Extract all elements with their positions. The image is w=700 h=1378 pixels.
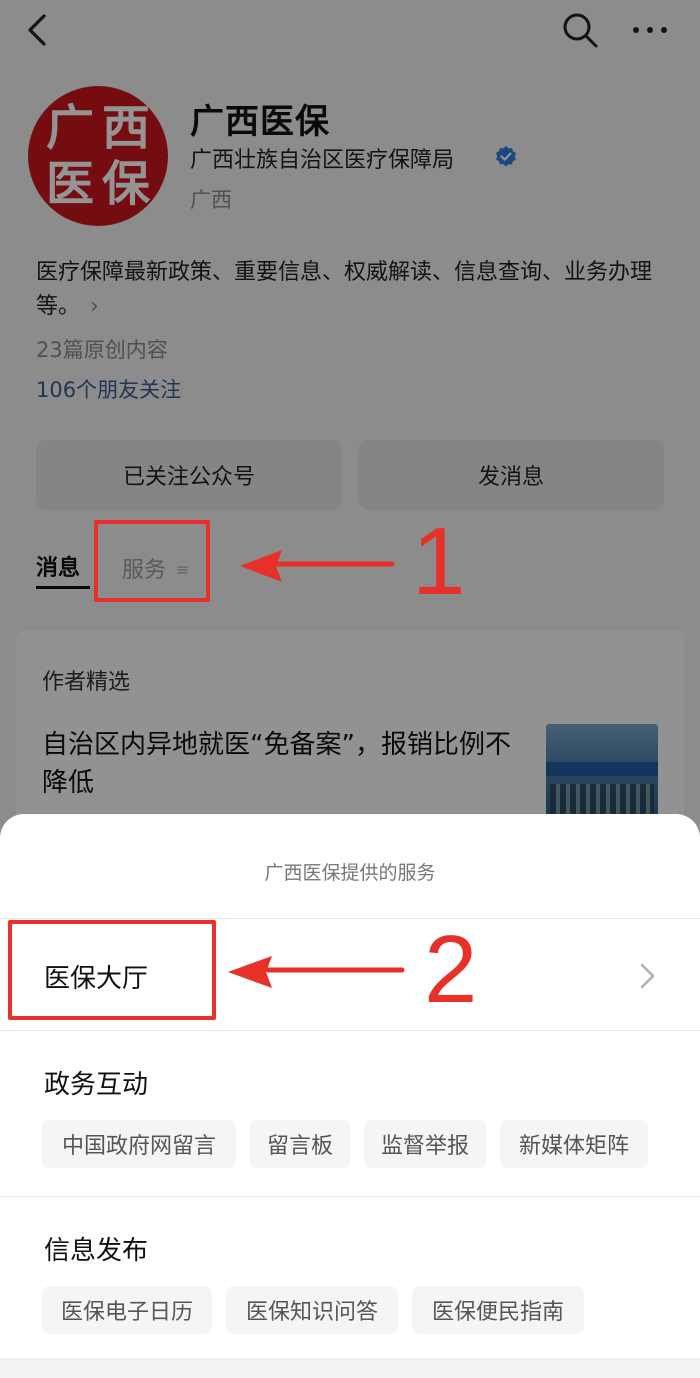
annotation-box-1 [94,520,210,602]
section-title-information-release: 信息发布 [44,1236,149,1266]
divider [0,1196,700,1197]
annotation-box-2 [8,920,216,1020]
chip-insurance-calendar[interactable]: 医保电子日历 [42,1286,212,1334]
chevron-right-icon [638,962,658,990]
divider [0,918,700,919]
bottom-edge [0,1358,700,1378]
annotation-number-2: 2 [424,916,478,1023]
divider [0,1030,700,1031]
annotation-arrow-2 [228,956,405,988]
chip-gov-website-message[interactable]: 中国政府网留言 [42,1120,236,1168]
sheet-title: 广西医保提供的服务 [264,862,436,884]
chip-insurance-guide[interactable]: 医保便民指南 [412,1286,584,1334]
section-title-government-interaction: 政务互动 [44,1070,149,1100]
annotation-number-1: 1 [412,508,466,615]
chip-new-media-matrix[interactable]: 新媒体矩阵 [500,1120,648,1168]
chip-supervision-report[interactable]: 监督举报 [364,1120,486,1168]
chip-message-board[interactable]: 留言板 [250,1120,350,1168]
annotation-arrow-1 [240,550,395,582]
chip-insurance-qa[interactable]: 医保知识问答 [226,1286,398,1334]
